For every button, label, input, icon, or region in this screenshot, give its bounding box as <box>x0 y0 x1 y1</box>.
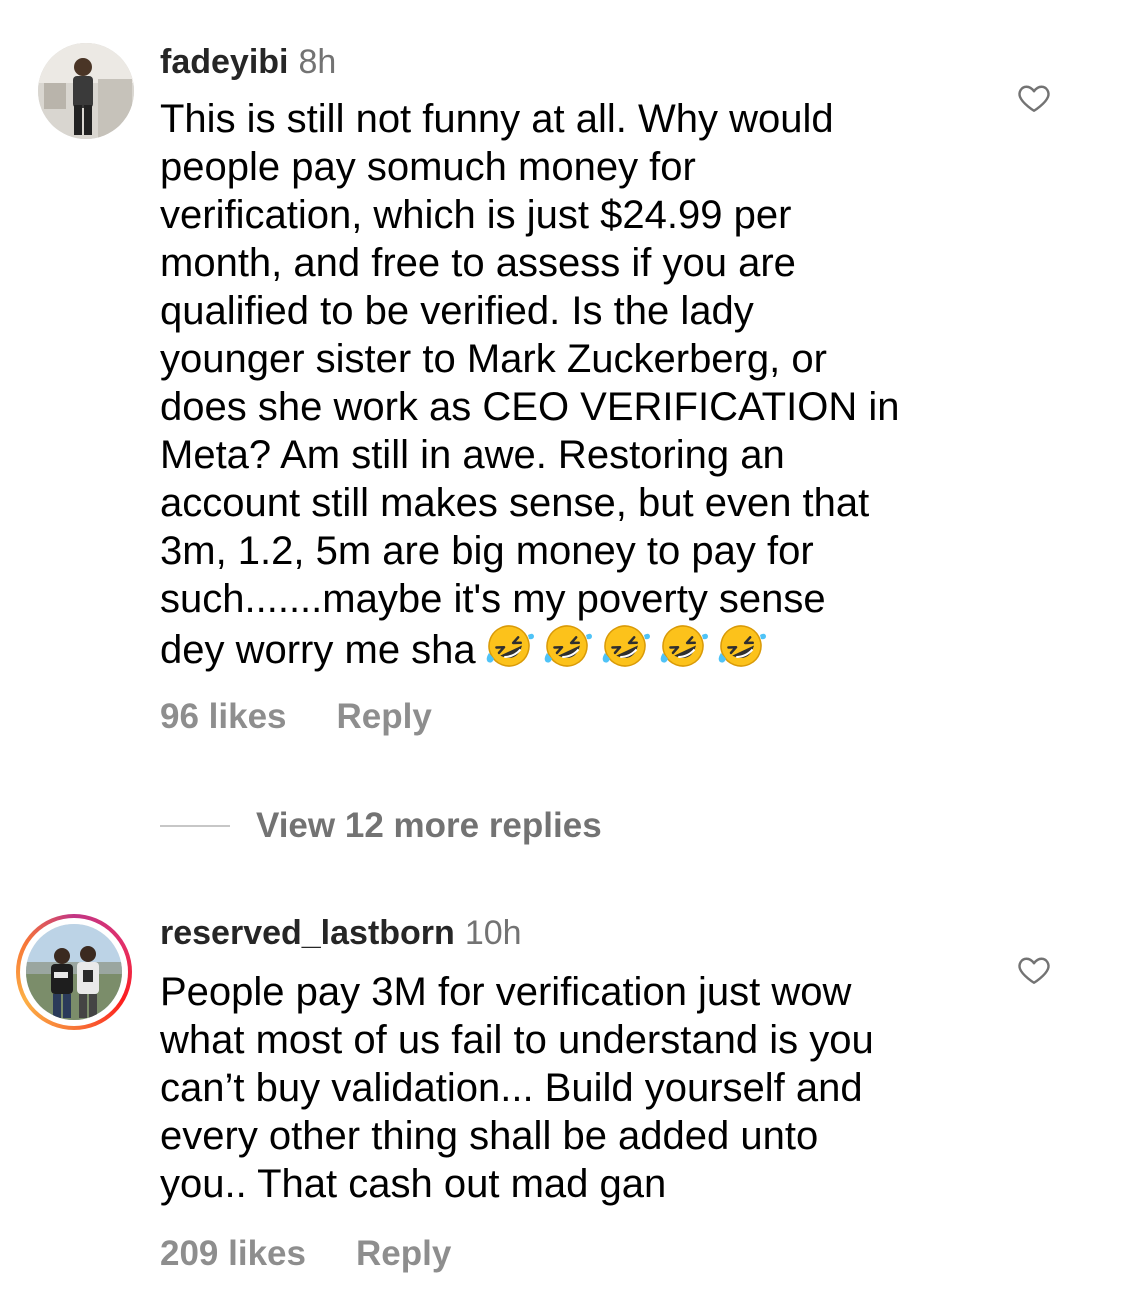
username[interactable]: reserved_lastborn <box>160 914 455 952</box>
view-more-replies-button[interactable]: View 12 more replies <box>160 806 602 846</box>
rolling-on-floor-laughing-emoji <box>658 623 708 669</box>
rolling-on-floor-laughing-emoji <box>600 623 650 669</box>
reply-button[interactable]: Reply <box>356 1234 451 1274</box>
reply-button[interactable]: Reply <box>337 697 432 737</box>
story-ring[interactable] <box>16 914 132 1030</box>
heart-outline-icon <box>1018 957 1050 984</box>
like-button[interactable] <box>1015 80 1053 116</box>
comment-actions: 209 likes Reply <box>160 1234 451 1274</box>
timestamp: 10h <box>464 914 522 952</box>
timestamp: 8h <box>298 43 337 81</box>
emoji-group <box>484 623 774 680</box>
username[interactable]: fadeyibi <box>160 43 288 81</box>
rolling-on-floor-laughing-emoji <box>716 623 766 669</box>
comment-header: reserved_lastborn 10h <box>160 913 522 953</box>
view-replies-label: View 12 more replies <box>256 806 602 845</box>
comment-actions: 96 likes Reply <box>160 697 432 737</box>
comment-text: This is still not funny at all. Why woul… <box>160 95 960 680</box>
replies-divider <box>160 825 230 827</box>
comment-text: People pay 3M for verification just wow … <box>160 970 874 1206</box>
heart-outline-icon <box>1018 85 1050 112</box>
comment-header: fadeyibi 8h <box>160 42 336 82</box>
avatar-photo <box>38 43 134 139</box>
avatar-photo <box>26 924 122 1020</box>
likes-count[interactable]: 209 likes <box>160 1234 306 1274</box>
rolling-on-floor-laughing-emoji <box>484 623 534 669</box>
likes-count[interactable]: 96 likes <box>160 697 287 737</box>
avatar <box>26 924 122 1020</box>
avatar[interactable] <box>38 43 134 139</box>
comment-body: This is still not funny at all. Why woul… <box>160 97 900 672</box>
like-button[interactable] <box>1015 952 1053 988</box>
rolling-on-floor-laughing-emoji <box>542 623 592 669</box>
